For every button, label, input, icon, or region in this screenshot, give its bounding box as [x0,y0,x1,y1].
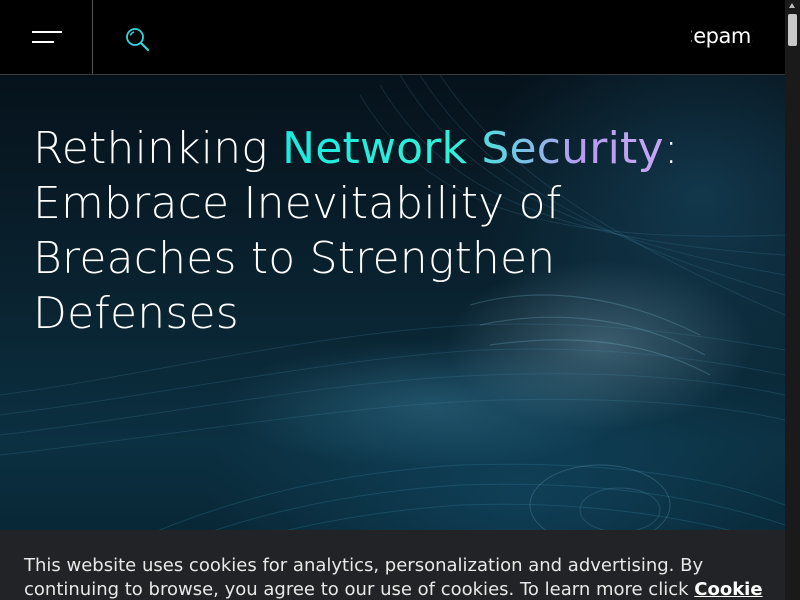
epam-logo-mark: <epam> [676,24,768,48]
cookie-message: This website uses cookies for analytics,… [24,555,704,600]
cookie-banner: This website uses cookies for analytics,… [0,530,785,600]
epam-logo[interactable]: <epam> [676,22,768,52]
hero-title-prefix: Rethinking [33,123,283,174]
search-icon [126,28,150,52]
page: <epam> [0,0,800,600]
site-header: <epam> [0,0,785,75]
scrollbar-thumb[interactable] [788,14,797,46]
hamburger-menu-icon [32,31,62,33]
svg-text:<epam>: <epam> [691,24,753,48]
hero-section: Rethinking Network Security: Embrace Ine… [0,75,785,600]
cookie-banner-text: This website uses cookies for analytics,… [24,554,764,600]
hamburger-menu-icon-bar [32,41,54,43]
search-button[interactable] [124,26,150,52]
scroll-up-arrow-icon[interactable] [789,3,795,8]
page-scrollbar[interactable] [785,0,800,600]
hero-title: Rethinking Network Security: Embrace Ine… [33,121,733,341]
hero-title-accent: Network Security [282,123,664,174]
menu-button[interactable] [0,0,93,74]
